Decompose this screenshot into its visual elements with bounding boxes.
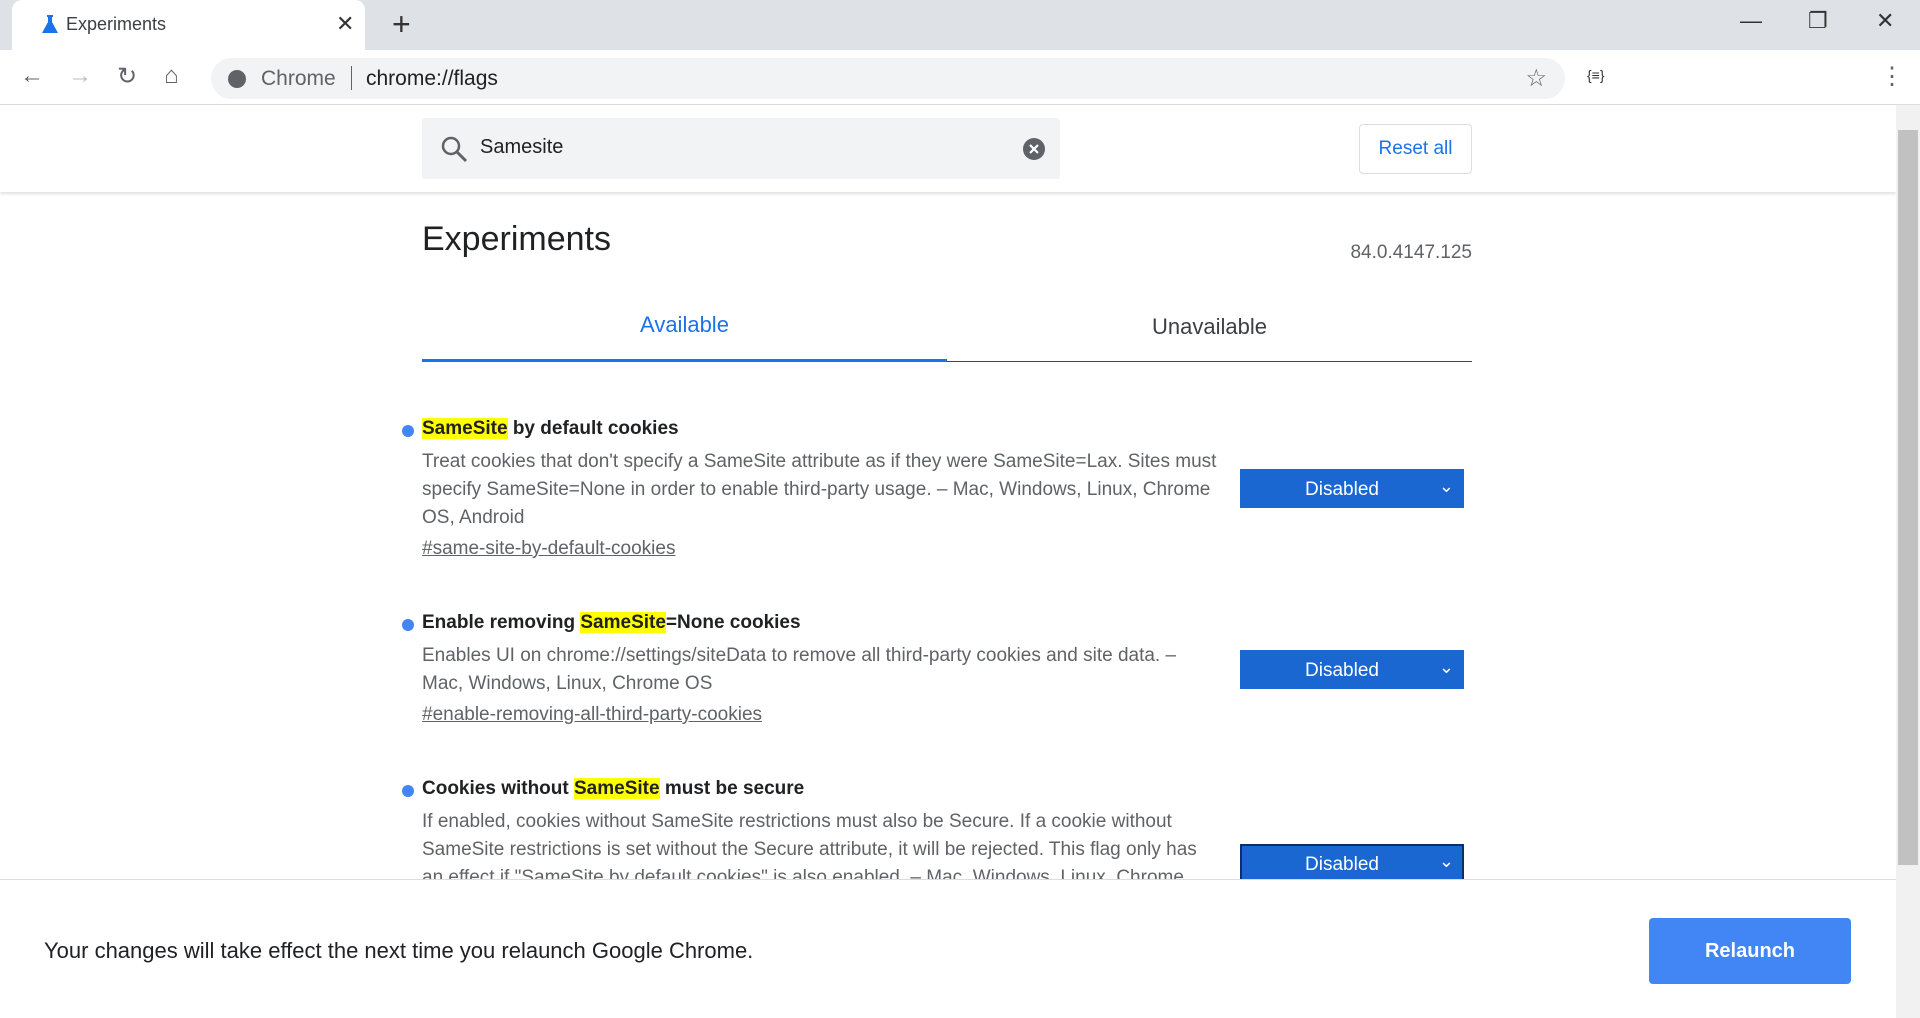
relaunch-message: Your changes will take effect the next t… — [44, 938, 754, 963]
title-text: Cookies without — [422, 778, 574, 799]
omnibox-label: Chrome — [261, 67, 336, 90]
flag-title: Cookies without SameSite must be secure — [422, 778, 804, 800]
search-value: Samesite — [480, 136, 564, 158]
flag-dot — [402, 785, 414, 797]
flag-link[interactable]: #same-site-by-default-cookies — [422, 538, 675, 560]
flag-link[interactable]: #enable-removing-all-third-party-cookies — [422, 704, 762, 726]
tab-strip: Experiments ✕ + — ❐ ✕ — [0, 0, 1920, 50]
search-highlight: SameSite — [422, 418, 508, 439]
title-text: Enable removing — [422, 612, 581, 633]
title-text: must be secure — [659, 778, 805, 799]
menu-icon[interactable]: ⋮ — [1880, 62, 1904, 91]
flag-title: Enable removing SameSite=None cookies — [422, 612, 801, 634]
tab-experiments[interactable]: Experiments ✕ — [12, 0, 365, 50]
restore-icon[interactable]: ❐ — [1808, 8, 1828, 34]
back-icon[interactable]: ← — [20, 62, 44, 90]
search-highlight: SameSite — [580, 612, 666, 633]
flag-title: SameSite by default cookies — [422, 418, 679, 440]
flag-dot — [402, 619, 414, 631]
minimize-icon[interactable]: — — [1740, 8, 1762, 34]
flag-select[interactable]: Disabled ⌄ — [1240, 469, 1464, 508]
select-value: Disabled — [1305, 854, 1379, 875]
flag-dot — [402, 425, 414, 437]
relaunch-bar: Your changes will take effect the next t… — [0, 879, 1896, 1018]
forward-icon[interactable]: → — [68, 62, 92, 90]
version-label: 84.0.4147.125 — [1350, 242, 1472, 263]
flag-description: Enables UI on chrome://settings/siteData… — [422, 645, 1177, 694]
chevron-down-icon: ⌄ — [1438, 851, 1454, 871]
tab-available[interactable]: Available — [422, 312, 947, 338]
reset-all-button[interactable]: Reset all — [1359, 124, 1472, 174]
select-value: Disabled — [1305, 660, 1379, 681]
toolbar: ← → ↻ ⌂ Chrome chrome://flags ☆ {≡} ⋮ — [0, 50, 1920, 105]
close-window-icon[interactable]: ✕ — [1876, 8, 1894, 34]
search-icon — [441, 136, 468, 163]
title-text: =None cookies — [665, 612, 801, 633]
new-tab-icon[interactable]: + — [392, 6, 411, 43]
home-icon[interactable]: ⌂ — [164, 62, 179, 90]
select-value: Disabled — [1305, 479, 1379, 500]
page-title: Experiments — [422, 220, 611, 258]
clear-search-icon[interactable] — [1022, 137, 1046, 161]
reload-icon[interactable]: ↻ — [117, 62, 137, 91]
chevron-down-icon: ⌄ — [1438, 476, 1454, 496]
chrome-icon — [228, 70, 246, 88]
close-tab-icon[interactable]: ✕ — [336, 11, 354, 37]
extension-icon[interactable]: {≡} — [1587, 67, 1605, 83]
relaunch-button[interactable]: Relaunch — [1649, 918, 1851, 984]
bookmark-star-icon[interactable]: ☆ — [1525, 64, 1547, 93]
title-text: by default cookies — [507, 418, 679, 439]
divider — [351, 66, 352, 90]
flag-select[interactable]: Disabled ⌄ — [1240, 844, 1464, 883]
flask-icon — [42, 15, 58, 33]
tab-title: Experiments — [66, 14, 167, 34]
search-highlight: SameSite — [574, 778, 660, 799]
flag-select[interactable]: Disabled ⌄ — [1240, 650, 1464, 689]
flag-description: Treat cookies that don't specify a SameS… — [422, 451, 1217, 528]
flags-header: Samesite Reset all — [0, 105, 1896, 192]
tab-selected-indicator — [422, 359, 947, 362]
scrollbar-thumb[interactable] — [1898, 130, 1918, 865]
tab-unavailable[interactable]: Unavailable — [947, 314, 1472, 340]
chevron-down-icon: ⌄ — [1438, 657, 1454, 677]
omnibox[interactable]: Chrome chrome://flags ☆ — [211, 58, 1565, 99]
search-input[interactable]: Samesite — [422, 118, 1060, 179]
url-text[interactable]: chrome://flags — [366, 67, 498, 91]
